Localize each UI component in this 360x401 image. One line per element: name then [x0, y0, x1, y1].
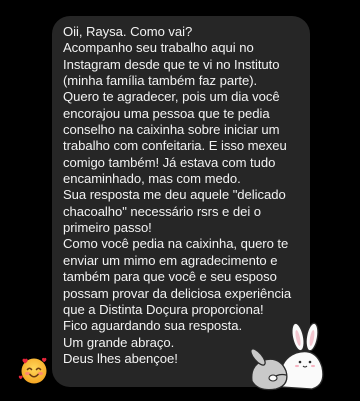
message-line: possam provar da deliciosa experiência	[63, 285, 292, 301]
smiling-face-with-hearts-icon[interactable]	[18, 354, 50, 386]
message-line: chacoalho" necessário rsrs e dei o	[63, 203, 262, 219]
message-line: Como você pedia na caixinha, quero te	[63, 236, 289, 252]
message-line: primeiro passo!	[63, 220, 152, 236]
message-line: encaminhado, mas com medo.	[63, 171, 241, 187]
message-line: Quero te agradecer, pois um dia você	[63, 89, 280, 105]
message-line: (minha família também faz parte).	[63, 73, 258, 89]
message-line: enviar um mimo em agradecimento e	[63, 252, 278, 268]
message-line: também para que você e seu esposo	[63, 269, 277, 285]
message-line: Instagram desde que te vi no Instituto	[63, 56, 280, 72]
bunny-hug-sticker-icon	[250, 322, 324, 391]
message-line: trabalho com confeitaria. E isso mexeu	[63, 138, 287, 154]
message-line: comigo também! Já estava com tudo	[63, 154, 276, 170]
message-line: Oii, Raysa. Como vai?	[63, 24, 193, 39]
message-line: Acompanho seu trabalho aqui no	[63, 40, 254, 56]
message-line: conselho na caixinha sobre iniciar um	[63, 122, 280, 138]
message-line: encorajou uma pessoa que te pedia	[63, 105, 270, 121]
message-line: Sua resposta me deu aquele "delicado	[63, 187, 286, 203]
